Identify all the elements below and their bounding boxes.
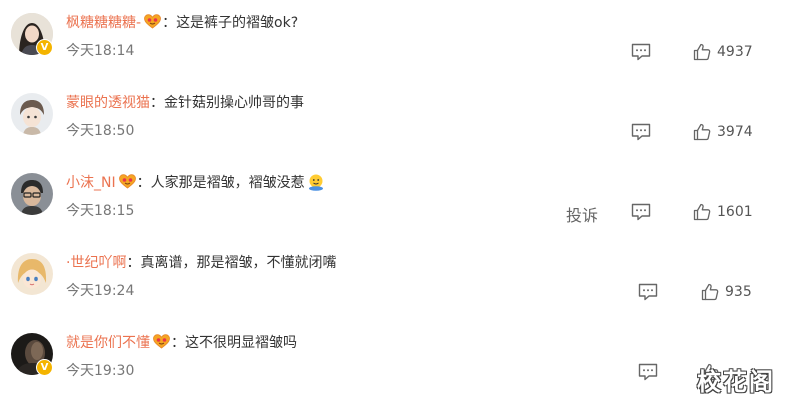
timestamp: 今天19:30 [66,363,135,379]
report-link[interactable]: 投诉 [566,202,598,226]
hug-emoji-icon [308,174,323,191]
username-link[interactable]: ·世纪吖啊 [66,255,126,271]
like-count: 935 [725,284,752,300]
like-icon[interactable] [693,123,711,141]
like-icon[interactable] [693,203,711,221]
comment-item: 小沫_NI ：人家那是褶皱，褶皱没惹 今天18:15 投诉 1601 [0,171,785,251]
separator: ： [162,15,177,31]
reply-icon[interactable] [631,43,651,61]
username-link[interactable]: 小沫_NI [66,175,116,191]
comment-line: ·世纪吖啊：真离谱，那是褶皱，不懂就闭嘴 [66,253,336,273]
username-link[interactable]: 枫糖糖糖糖- [66,15,141,31]
comment-text: 真离谱，那是褶皱，不懂就闭嘴 [140,255,337,271]
like-icon[interactable] [693,43,711,61]
comment-item: V 枫糖糖糖糖- ：这是裤子的褶皱ok? 今天18:14 4937 [0,11,785,91]
like-count: 1601 [717,204,753,220]
watermark: 校花阁 [697,368,775,396]
separator: ： [150,95,164,111]
comment-line: 枫糖糖糖糖- ：这是裤子的褶皱ok? [66,13,298,33]
comment-item: 蒙眼的透视猫：金针菇别操心帅哥的事 今天18:50 3974 [0,91,785,171]
comment-text: 金针菇别操心帅哥的事 [164,95,304,111]
avatar[interactable] [11,173,53,215]
timestamp: 今天18:14 [66,43,135,59]
comment-text: 这是裤子的褶皱ok? [176,15,299,31]
comment-text: 人家那是褶皱，褶皱没惹 [150,175,305,191]
comment-line: 就是你们不懂 ：这不很明显褶皱吗 [66,333,297,353]
separator: ： [136,175,151,191]
verified-badge-icon: V [36,39,53,56]
reply-icon[interactable] [638,363,658,381]
comment-text: 这不很明显褶皱吗 [185,335,297,351]
timestamp: 今天18:50 [66,123,135,139]
reply-icon[interactable] [631,203,651,221]
separator: ： [126,255,141,271]
comment-line: 小沫_NI ：人家那是褶皱，褶皱没惹 [66,173,325,193]
username-link[interactable]: 蒙眼的透视猫 [66,95,150,111]
timestamp: 今天18:15 [66,203,135,219]
fan-badge-icon [153,334,170,349]
comment-line: 蒙眼的透视猫：金针菇别操心帅哥的事 [66,93,304,113]
separator: ： [171,335,185,351]
avatar[interactable] [11,93,53,135]
reply-icon[interactable] [638,283,658,301]
fan-badge-icon [119,174,136,189]
timestamp: 今天19:24 [66,283,135,299]
avatar[interactable] [11,253,53,295]
reply-icon[interactable] [631,123,651,141]
comment-item: V 就是你们不懂 ：这不很明显褶皱吗 今天19:30 [0,331,785,411]
username-link[interactable]: 就是你们不懂 [66,335,150,351]
comment-item: ·世纪吖啊：真离谱，那是褶皱，不懂就闭嘴 今天19:24 935 [0,251,785,331]
verified-badge-icon: V [36,359,53,376]
like-count: 4937 [717,44,753,60]
fan-badge-icon [144,14,161,29]
like-icon[interactable] [701,283,719,301]
like-count: 3974 [717,124,753,140]
